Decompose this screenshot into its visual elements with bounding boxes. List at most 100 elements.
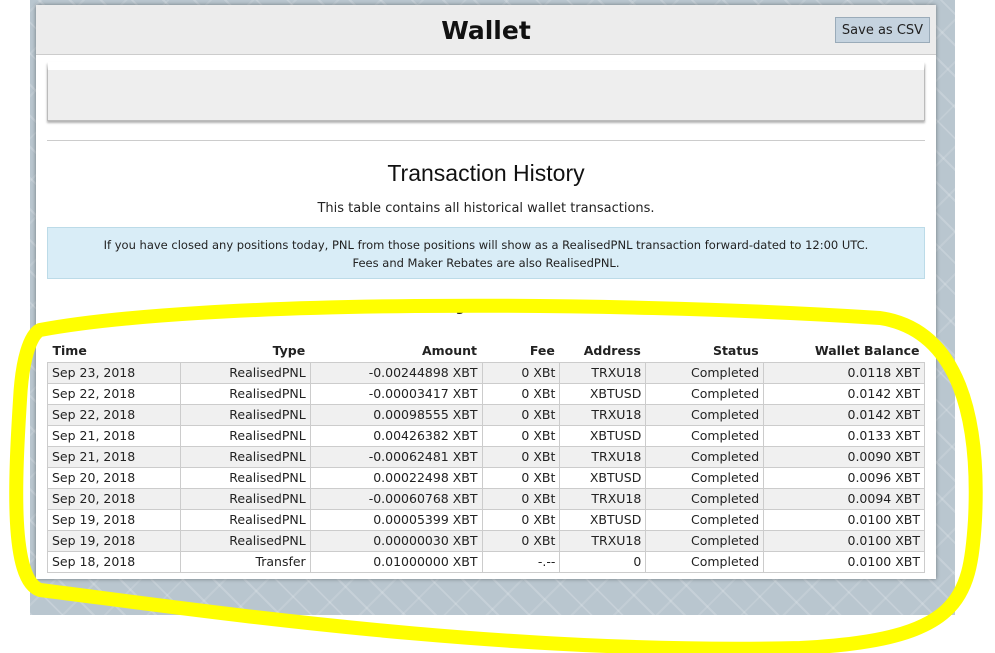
fee-cell: 0 XBt <box>481 382 561 405</box>
info-line: If you have closed any positions today, … <box>103 238 869 252</box>
amount-cell: 0.00022498 XBT <box>309 466 483 489</box>
table-row: Sep 23, 2018 RealisedPNL -0.00244898 XBT 0 … <box>47 361 925 384</box>
address-cell: 0 <box>559 550 647 573</box>
column-header[interactable]: Address <box>560 340 646 362</box>
time-cell: Sep 19, 2018 <box>47 508 181 531</box>
fee-cell: 0 XBt <box>481 361 561 384</box>
wallet-balance-cell: 0.0100 XBT <box>763 550 925 573</box>
time-cell: Sep 21, 2018 <box>47 424 181 447</box>
address-cell: TRXU18 <box>559 529 647 552</box>
amount-cell: -0.00003417 XBT <box>309 382 483 405</box>
table-row: Sep 18, 2018 Transfer 0.01000000 XBT -.-- 0 C… <box>47 550 925 573</box>
table-row: Sep 20, 2018 RealisedPNL -0.00060768 XBT 0 … <box>47 487 925 510</box>
type-cell: RealisedPNL <box>179 529 311 552</box>
wallet-balance-cell: 0.0133 XBT <box>763 424 925 447</box>
amount-cell: -0.00060768 XBT <box>309 487 483 510</box>
type-cell: RealisedPNL <box>179 466 311 489</box>
fee-cell: -.-- <box>481 550 561 573</box>
fee-cell: 0 XBt <box>481 466 561 489</box>
amount-cell: -0.00244898 XBT <box>309 361 483 384</box>
type-cell: RealisedPNL <box>179 424 311 447</box>
amount-cell: 0.00005399 XBT <box>309 508 483 531</box>
wallet-balance-cell: 0.0142 XBT <box>763 403 925 426</box>
column-header[interactable]: Status <box>646 340 764 362</box>
address-cell: XBTUSD <box>559 424 647 447</box>
column-header[interactable]: Amount <box>310 340 482 362</box>
type-cell: RealisedPNL <box>179 508 311 531</box>
type-cell: RealisedPNL <box>179 382 311 405</box>
type-cell: Transfer <box>179 550 311 573</box>
time-cell: Sep 23, 2018 <box>47 361 181 384</box>
table-row: Sep 22, 2018 RealisedPNL 0.00098555 XBT 0 X… <box>47 403 925 426</box>
address-cell: TRXU18 <box>559 487 647 510</box>
wallet-balance-cell: 0.0142 XBT <box>763 382 925 405</box>
amount-cell: 0.00426382 XBT <box>309 424 483 447</box>
save-csv-button[interactable]: Save as CSV <box>835 17 930 43</box>
table-row: Sep 20, 2018 RealisedPNL 0.00022498 XBT 0 X… <box>47 466 925 489</box>
info-line: Fees and Maker Rebates are also Realised… <box>352 256 620 270</box>
wallet-balance-cell: 0.0118 XBT <box>763 361 925 384</box>
status-cell: Completed <box>645 487 765 510</box>
amount-cell: -0.00062481 XBT <box>309 445 483 468</box>
page-title: Wallet <box>441 16 531 45</box>
status-cell: Completed <box>645 382 765 405</box>
results-count: Showing Results 0 - 10 <box>402 300 570 315</box>
transaction-table: Time Type Amount Fee Address Status Wallet Bal… <box>47 340 925 573</box>
table-row: Sep 21, 2018 RealisedPNL 0.00426382 XBT 0 X… <box>47 424 925 447</box>
section-title: Transaction History <box>387 160 585 186</box>
fee-cell: 0 XBt <box>481 529 561 552</box>
table-row: Sep 19, 2018 RealisedPNL 0.00005399 XBT 0 X… <box>47 508 925 531</box>
address-cell: TRXU18 <box>559 361 647 384</box>
status-cell: Completed <box>645 508 765 531</box>
table-row: Sep 21, 2018 RealisedPNL -0.00062481 XBT 0 … <box>47 445 925 468</box>
amount-cell: 0.00000030 XBT <box>309 529 483 552</box>
section-subtitle: This table contains all historical walle… <box>317 201 655 216</box>
wallet-balance-cell: 0.0090 XBT <box>763 445 925 468</box>
header: Wallet Save as CSV <box>36 5 936 55</box>
time-cell: Sep 20, 2018 <box>47 466 181 489</box>
column-header[interactable]: Type <box>180 340 310 362</box>
column-header[interactable]: Wallet Balance <box>764 340 925 362</box>
wallet-balance-cell: 0.0096 XBT <box>763 466 925 489</box>
type-cell: RealisedPNL <box>179 403 311 426</box>
time-cell: Sep 21, 2018 <box>47 445 181 468</box>
time-cell: Sep 22, 2018 <box>47 403 181 426</box>
wallet-balance-cell: 0.0094 XBT <box>763 487 925 510</box>
column-header[interactable]: Fee <box>482 340 560 362</box>
amount-cell: 0.00098555 XBT <box>309 403 483 426</box>
status-cell: Completed <box>645 445 765 468</box>
amount-cell: 0.01000000 XBT <box>309 550 483 573</box>
status-cell: Completed <box>645 424 765 447</box>
address-cell: TRXU18 <box>559 403 647 426</box>
time-cell: Sep 18, 2018 <box>47 550 181 573</box>
fee-cell: 0 XBt <box>481 508 561 531</box>
table-row: Sep 19, 2018 RealisedPNL 0.00000030 XBT 0 X… <box>47 529 925 552</box>
column-header[interactable]: Time <box>48 340 181 362</box>
fee-cell: 0 XBt <box>481 445 561 468</box>
time-cell: Sep 20, 2018 <box>47 487 181 510</box>
info-alert: If you have closed any positions today, … <box>47 227 925 279</box>
status-cell: Completed <box>645 550 765 573</box>
type-cell: RealisedPNL <box>179 361 311 384</box>
address-cell: TRXU18 <box>559 445 647 468</box>
wallet-balance-cell: 0.0100 XBT <box>763 508 925 531</box>
fee-cell: 0 XBt <box>481 487 561 510</box>
divider <box>47 140 925 141</box>
fee-cell: 0 XBt <box>481 403 561 426</box>
status-cell: Completed <box>645 466 765 489</box>
time-cell: Sep 22, 2018 <box>47 382 181 405</box>
table-row: Sep 22, 2018 RealisedPNL -0.00003417 XBT 0 … <box>47 382 925 405</box>
type-cell: RealisedPNL <box>179 487 311 510</box>
address-cell: XBTUSD <box>559 466 647 489</box>
address-cell: XBTUSD <box>559 382 647 405</box>
status-cell: Completed <box>645 361 765 384</box>
wallet-balance-cell: 0.0100 XBT <box>763 529 925 552</box>
empty-box <box>47 62 925 121</box>
address-cell: XBTUSD <box>559 508 647 531</box>
fee-cell: 0 XBt <box>481 424 561 447</box>
status-cell: Completed <box>645 529 765 552</box>
status-cell: Completed <box>645 403 765 426</box>
wallet-panel: Wallet Save as CSV Transaction History T… <box>36 5 936 579</box>
time-cell: Sep 19, 2018 <box>47 529 181 552</box>
type-cell: RealisedPNL <box>179 445 311 468</box>
